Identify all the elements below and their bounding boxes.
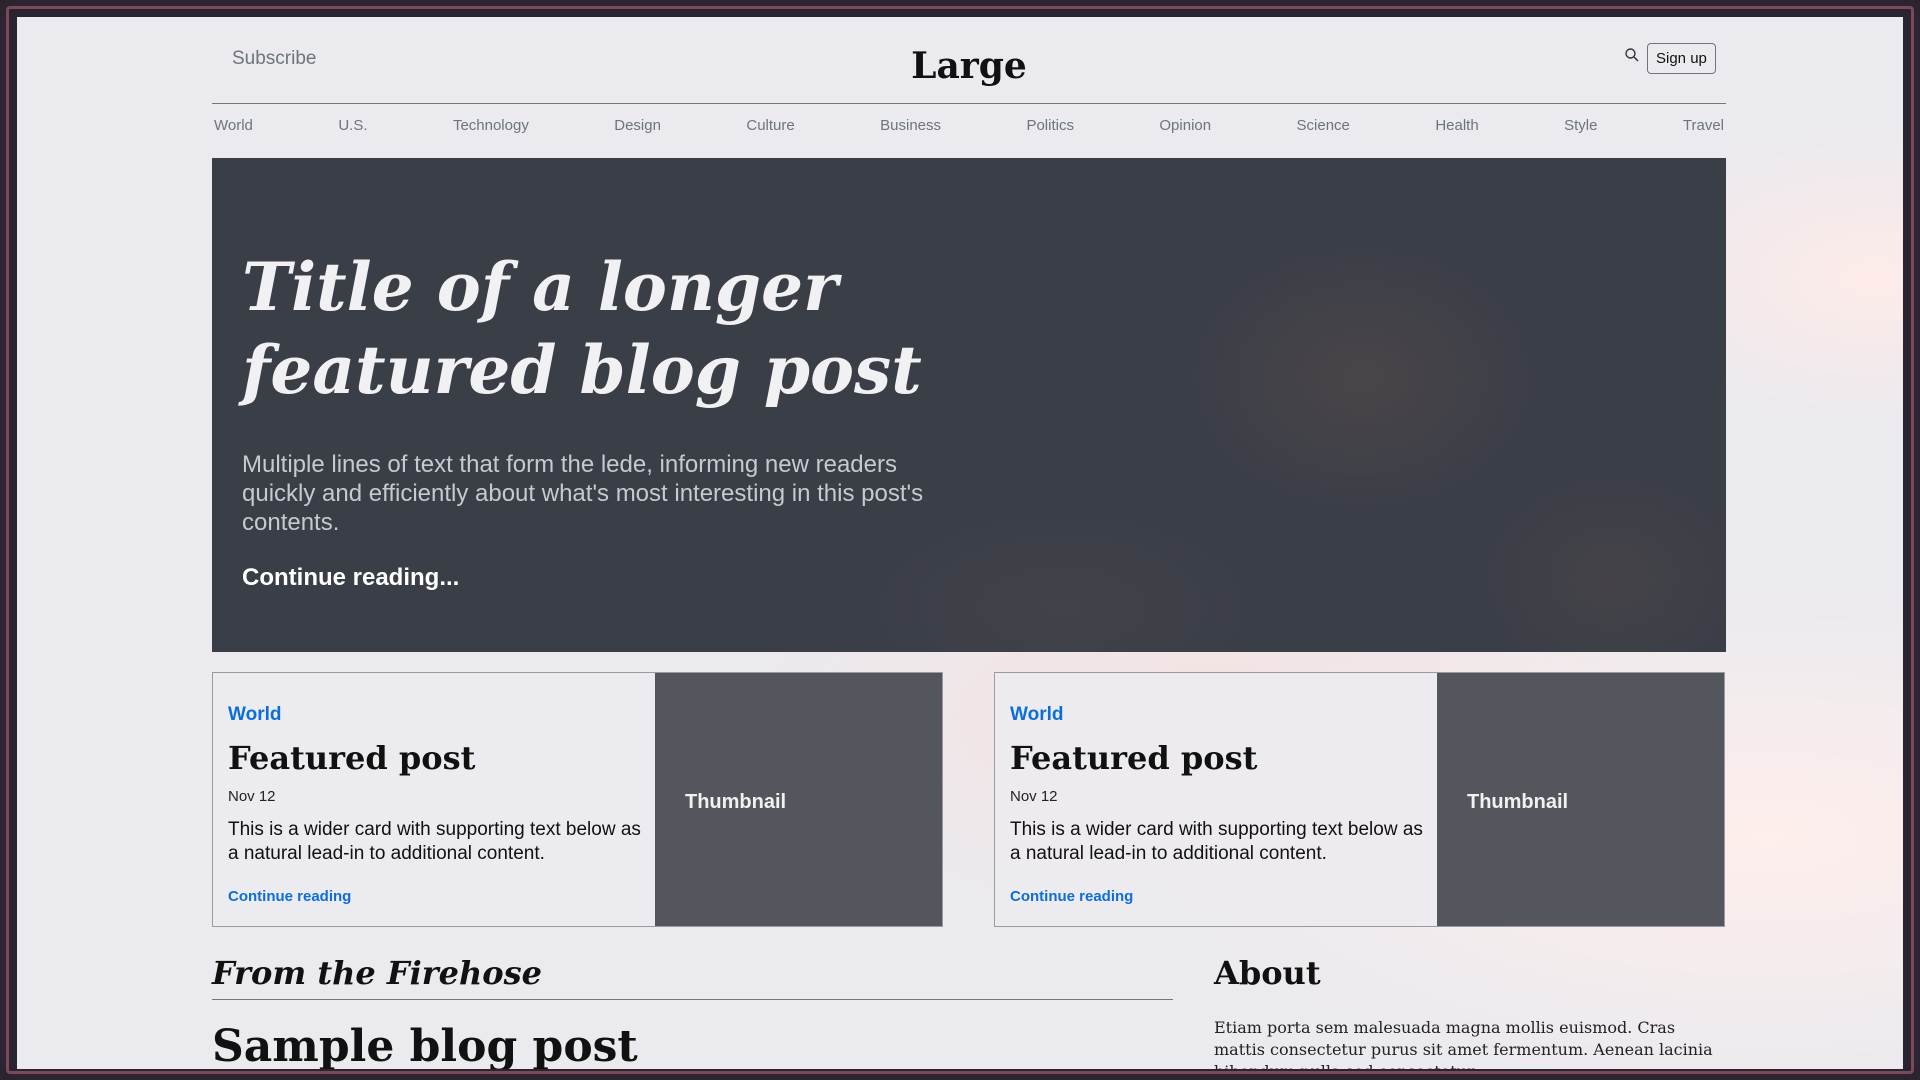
nav-item-business[interactable]: Business (878, 117, 943, 147)
card-thumbnail: Thumbnail (1437, 673, 1724, 926)
card-category: World (228, 704, 282, 725)
card-title: Featured post (1010, 739, 1258, 777)
featured-card: World Featured post Nov 12 This is a wid… (994, 672, 1725, 927)
nav-item-culture[interactable]: Culture (744, 117, 796, 147)
featured-card: World Featured post Nov 12 This is a wid… (212, 672, 943, 927)
about-sidebar: About Etiam porta sem malesuada magna mo… (1214, 954, 1726, 1069)
card-continue-reading-link[interactable]: Continue reading (1010, 888, 1133, 905)
card-title: Featured post (228, 739, 476, 777)
category-nav: World U.S. Technology Design Culture Bus… (212, 117, 1726, 147)
nav-item-us[interactable]: U.S. (336, 117, 369, 147)
card-text: This is a wider card with supporting tex… (1010, 819, 1423, 864)
nav-item-science[interactable]: Science (1295, 117, 1352, 147)
nav-item-world[interactable]: World (212, 117, 255, 147)
browser-frame: Subscribe Large Sign up World U.S. Techn… (6, 6, 1914, 1074)
sign-up-button[interactable]: Sign up (1647, 43, 1716, 74)
hero-title: Title of a longer featured blog post (242, 248, 922, 409)
thumbnail-label: Thumbnail (685, 791, 787, 813)
blog-post-title: Sample blog post (212, 1021, 638, 1069)
card-text: This is a wider card with supporting tex… (228, 819, 641, 864)
nav-item-politics[interactable]: Politics (1024, 117, 1076, 147)
card-date: Nov 12 (1010, 788, 1058, 805)
thumbnail-label: Thumbnail (1467, 791, 1569, 813)
hero-continue-reading-link[interactable]: Continue reading... (242, 564, 459, 592)
site-header: Subscribe Large Sign up (212, 17, 1726, 104)
hero-lede: Multiple lines of text that form the led… (242, 451, 924, 536)
search-icon[interactable] (1624, 47, 1640, 63)
nav-item-health[interactable]: Health (1433, 117, 1480, 147)
nav-item-travel[interactable]: Travel (1681, 117, 1726, 147)
card-thumbnail: Thumbnail (655, 673, 942, 926)
about-text: Etiam porta sem malesuada magna mollis e… (1214, 1018, 1713, 1069)
nav-item-technology[interactable]: Technology (451, 117, 531, 147)
nav-item-style[interactable]: Style (1562, 117, 1599, 147)
hero-banner: Title of a longer featured blog post Mul… (212, 158, 1726, 652)
card-continue-reading-link[interactable]: Continue reading (228, 888, 351, 905)
nav-item-design[interactable]: Design (612, 117, 663, 147)
firehose-section-header: From the Firehose (212, 954, 1173, 1000)
nav-item-opinion[interactable]: Opinion (1157, 117, 1213, 147)
card-category: World (1010, 704, 1064, 725)
about-heading: About (1214, 954, 1321, 992)
section-heading: From the Firehose (212, 954, 542, 992)
card-date: Nov 12 (228, 788, 276, 805)
site-brand[interactable]: Large (212, 45, 1726, 87)
page: Subscribe Large Sign up World U.S. Techn… (17, 17, 1903, 1069)
